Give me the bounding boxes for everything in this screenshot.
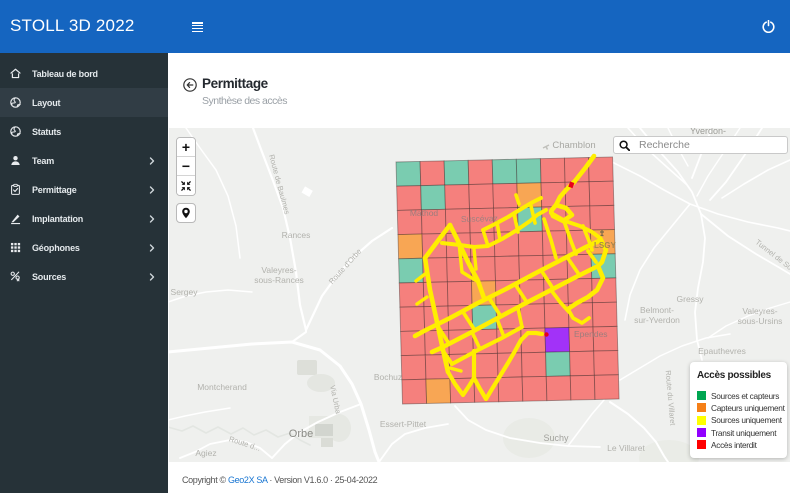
svg-text:Gressy: Gressy	[677, 294, 705, 304]
svg-text:Epauthevres: Epauthevres	[698, 346, 746, 356]
svg-text:Sergey: Sergey	[171, 287, 199, 297]
svg-text:sous-Rances: sous-Rances	[254, 275, 304, 285]
svg-text:Suchy: Suchy	[543, 433, 569, 443]
svg-text:sous-Ursins: sous-Ursins	[738, 316, 783, 326]
svg-text:Le Villaret: Le Villaret	[607, 443, 645, 453]
svg-text:Belmont-: Belmont-	[640, 305, 674, 315]
svg-text:Suscévaz: Suscévaz	[461, 213, 498, 224]
svg-text:Montcherand: Montcherand	[197, 382, 247, 392]
svg-text:Orbe: Orbe	[289, 428, 313, 440]
svg-text:Rances: Rances	[282, 230, 311, 240]
svg-text:Chamblon: Chamblon	[552, 140, 595, 151]
svg-text:Agiez: Agiez	[195, 448, 216, 458]
svg-text:Ependes: Ependes	[574, 329, 608, 339]
svg-text:Bochuz: Bochuz	[374, 372, 402, 382]
svg-text:Essert-Pittet: Essert-Pittet	[380, 419, 427, 429]
svg-text:sur-Yverdon: sur-Yverdon	[634, 315, 680, 325]
svg-text:Valeyres-: Valeyres-	[261, 265, 296, 275]
svg-text:Valeyres-: Valeyres-	[742, 306, 777, 316]
svg-text:Yverdon-: Yverdon-	[690, 128, 726, 136]
svg-text:Mathod: Mathod	[410, 208, 439, 218]
svg-text:LSGY: LSGY	[594, 241, 616, 250]
